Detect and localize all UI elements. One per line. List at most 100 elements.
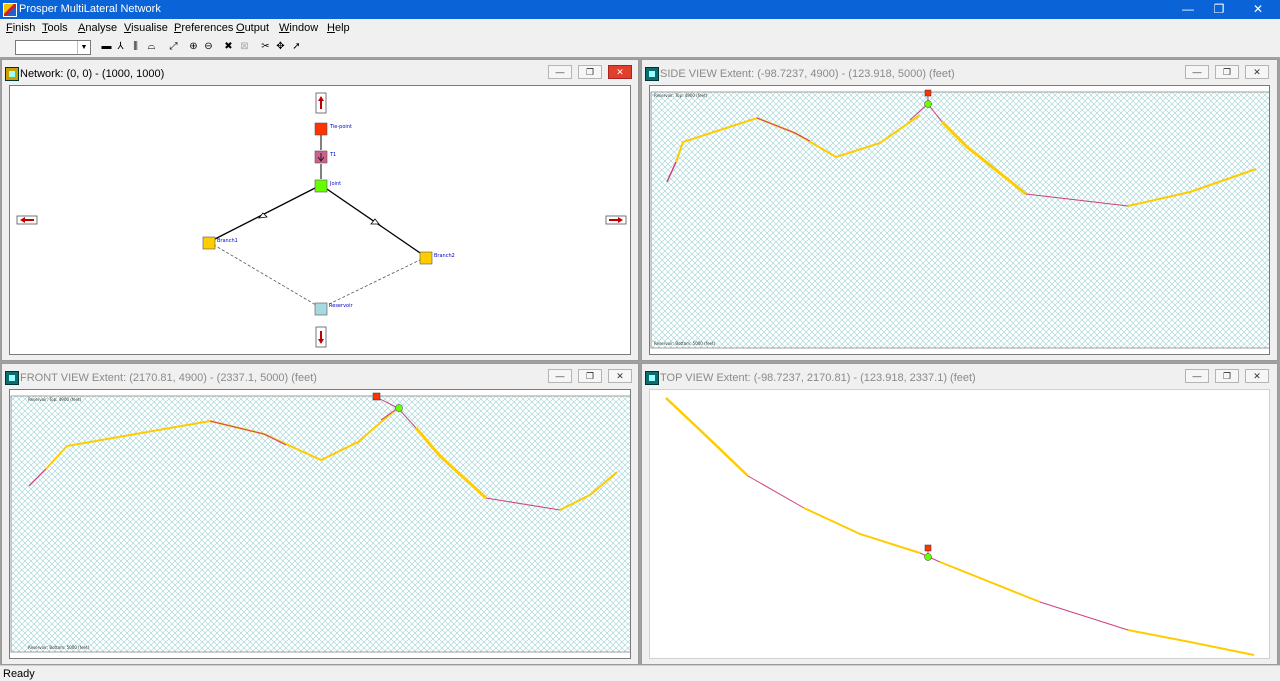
link-branch1-reservoir: [208, 241, 322, 309]
reservoir-bottom-label: Reservoir: Bottom: 5000 (feet): [28, 645, 90, 650]
network-close-button[interactable]: ✕: [608, 65, 632, 79]
menu-output[interactable]: Output: [236, 22, 269, 34]
front-view-close-button[interactable]: ✕: [608, 369, 632, 383]
tie-point-marker: [924, 544, 932, 552]
side-view-restore-button[interactable]: ❐: [1215, 65, 1239, 79]
front-view-canvas[interactable]: Reservoir: Top: 4900 (feet) Reservoir: B…: [9, 389, 631, 659]
restore-button[interactable]: ❐: [1201, 0, 1237, 19]
zoom-in-icon[interactable]: ⊕: [187, 40, 200, 53]
joint-marker: [395, 404, 403, 412]
reservoir-bottom-label: Reservoir: Bottom: 5000 (feet): [654, 341, 716, 346]
node-branch2-label: Branch2: [434, 253, 455, 259]
scroll-up-arrow-icon[interactable]: [315, 92, 327, 114]
link-branch2-reservoir: [320, 256, 427, 309]
front-view-window-icon: [5, 371, 19, 385]
network-window-title: Network: (0, 0) - (1000, 1000): [20, 68, 165, 80]
side-view-plot: Reservoir: Top: 4900 (feet) Reservoir: B…: [650, 89, 1269, 349]
node-branch1-label: Branch1: [217, 238, 238, 244]
side-view-window-icon: [645, 67, 659, 81]
top-view-window: TOP VIEW Extent: (-98.7237, 2170.81) - (…: [641, 363, 1278, 665]
zoom-out-icon[interactable]: ⊖: [202, 40, 215, 53]
side-view-window: SIDE VIEW Extent: (-98.7237, 4900) - (12…: [641, 59, 1278, 361]
menu-bar: Finish Tools Analyse Visualise Preferences Ou…: [0, 19, 1280, 37]
well-segment: [1039, 601, 1129, 631]
side-view-minimize-button[interactable]: —: [1185, 65, 1209, 79]
delete-disabled-icon[interactable]: ⊠: [238, 40, 251, 53]
top-view-window-caption[interactable]: TOP VIEW Extent: (-98.7237, 2170.81) - (…: [642, 364, 1277, 389]
network-canvas[interactable]: Tie-point T1 Joint Branch1 Branch2 Reser…: [9, 85, 631, 355]
well-segment: [747, 475, 805, 509]
network-window-caption[interactable]: Network: (0, 0) - (1000, 1000) — ❐ ✕: [2, 60, 638, 85]
app-icon: [3, 3, 17, 17]
zoom-fit-icon[interactable]: ⤢: [167, 40, 180, 53]
branch-tool-icon[interactable]: ⅄: [114, 40, 127, 53]
side-view-canvas[interactable]: Reservoir: Top: 4900 (feet) Reservoir: B…: [649, 85, 1270, 355]
well-segment: [1127, 629, 1255, 656]
top-view-restore-button[interactable]: ❐: [1215, 369, 1239, 383]
top-view-canvas[interactable]: [649, 389, 1270, 659]
node-reservoir[interactable]: [314, 302, 328, 316]
scroll-right-arrow-icon[interactable]: [605, 215, 627, 225]
pointer-icon[interactable]: ➚: [290, 40, 303, 53]
status-bar: Ready: [0, 665, 1280, 681]
front-view-window-title: FRONT VIEW Extent: (2170.81, 4900) - (23…: [20, 372, 317, 384]
menu-analyse[interactable]: Analyse: [78, 22, 117, 34]
node-tie-point[interactable]: [314, 122, 328, 136]
status-text: Ready: [3, 668, 35, 680]
top-view-close-button[interactable]: ✕: [1245, 369, 1269, 383]
front-view-plot: Reservoir: Top: 4900 (feet) Reservoir: B…: [10, 392, 630, 653]
tank-tool-icon[interactable]: ⌓: [145, 40, 158, 53]
scroll-down-arrow-icon[interactable]: [315, 326, 327, 348]
side-view-window-caption[interactable]: SIDE VIEW Extent: (-98.7237, 4900) - (12…: [642, 60, 1277, 85]
line-tool-icon[interactable]: ▬: [100, 40, 113, 53]
chevron-down-icon[interactable]: ▼: [77, 41, 90, 54]
network-window: Network: (0, 0) - (1000, 1000) — ❐ ✕ Tie…: [1, 59, 639, 361]
delete-icon[interactable]: ✖: [222, 40, 235, 53]
close-button[interactable]: ✕: [1240, 0, 1276, 19]
side-view-window-title: SIDE VIEW Extent: (-98.7237, 4900) - (12…: [660, 68, 955, 80]
reservoir-top-label: Reservoir: Top: 4900 (feet): [654, 93, 708, 98]
menu-help[interactable]: Help: [327, 22, 350, 34]
node-joint[interactable]: [314, 179, 328, 193]
network-minimize-button[interactable]: —: [548, 65, 572, 79]
front-view-minimize-button[interactable]: —: [548, 369, 572, 383]
front-view-window: FRONT VIEW Extent: (2170.81, 4900) - (23…: [1, 363, 639, 665]
mdi-workspace: Network: (0, 0) - (1000, 1000) — ❐ ✕ Tie…: [0, 57, 1280, 665]
menu-tools[interactable]: Tools: [42, 22, 68, 34]
network-window-icon: [5, 67, 19, 81]
toolbar-combo[interactable]: ▼: [15, 40, 91, 55]
node-tie-point-label: Tie-point: [329, 124, 352, 130]
well-segment: [939, 561, 1041, 603]
side-view-close-button[interactable]: ✕: [1245, 65, 1269, 79]
top-view-plot: [665, 397, 1255, 656]
front-view-window-caption[interactable]: FRONT VIEW Extent: (2170.81, 4900) - (23…: [2, 364, 638, 389]
front-view-restore-button[interactable]: ❐: [578, 369, 602, 383]
node-branch1[interactable]: [202, 236, 216, 250]
pump-tool-icon[interactable]: ⫼: [129, 40, 142, 53]
node-joint-label: Joint: [329, 181, 341, 187]
app-title: Prosper MultiLateral Network: [19, 3, 161, 15]
network-restore-button[interactable]: ❐: [578, 65, 602, 79]
joint-marker: [924, 100, 932, 108]
node-reservoir-label: Reservoir: [329, 303, 353, 309]
menu-window[interactable]: Window: [279, 22, 318, 34]
tie-point-marker: [924, 89, 932, 97]
tie-point-marker: [372, 392, 381, 401]
move-icon[interactable]: ✥: [274, 40, 287, 53]
reservoir-top-label: Reservoir: Top: 4900 (feet): [28, 397, 82, 402]
top-view-minimize-button[interactable]: —: [1185, 369, 1209, 383]
link-joint-branch1: [208, 184, 322, 243]
node-branch2[interactable]: [419, 251, 433, 265]
menu-visualise[interactable]: Visualise: [124, 22, 168, 34]
title-bar: Prosper MultiLateral Network — ❐ ✕: [0, 0, 1280, 19]
menu-finish[interactable]: Finish: [6, 22, 35, 34]
menu-preferences[interactable]: Preferences: [174, 22, 233, 34]
reservoir-region: [10, 395, 630, 653]
reservoir-region: [650, 91, 1269, 349]
cut-icon[interactable]: ✂: [259, 40, 272, 53]
scroll-left-arrow-icon[interactable]: [16, 215, 38, 225]
node-t1-label: T1: [329, 152, 336, 158]
well-segment: [803, 507, 921, 554]
joint-marker: [924, 553, 932, 561]
network-diagram: Tie-point T1 Joint Branch1 Branch2 Reser…: [16, 92, 627, 348]
